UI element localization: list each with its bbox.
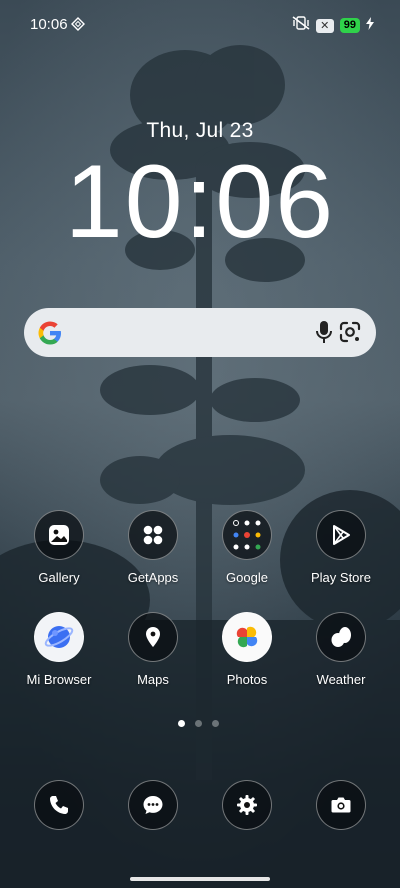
status-time: 10:06	[30, 16, 68, 33]
page-dot	[195, 720, 202, 727]
app-label: Maps	[137, 672, 169, 687]
tag-icon	[71, 17, 85, 31]
google-folder-icon[interactable]	[222, 510, 272, 560]
app-label: GetApps	[127, 570, 179, 585]
app-label: Mi Browser	[26, 672, 92, 687]
app-mi-browser[interactable]: Mi Browser	[14, 612, 104, 687]
page-dot	[212, 720, 219, 727]
charging-bolt-icon	[366, 16, 374, 35]
settings-icon[interactable]	[222, 780, 272, 830]
status-bar: 10:06 ✕ 99	[0, 0, 400, 50]
battery-icon: 99	[339, 18, 360, 33]
app-label: Gallery	[38, 570, 80, 585]
app-gallery[interactable]: Gallery	[14, 510, 104, 585]
maps-icon[interactable]	[128, 612, 178, 662]
app-maps[interactable]: Maps	[108, 612, 198, 687]
app-label: Weather	[316, 672, 366, 687]
phone-icon[interactable]	[34, 780, 84, 830]
page-dot-active	[178, 720, 185, 727]
page-indicator	[178, 720, 219, 727]
google-search-bar[interactable]	[24, 308, 376, 357]
google-logo-icon	[36, 319, 64, 347]
app-label: Play Store	[311, 570, 371, 585]
google-lens-icon[interactable]	[338, 320, 362, 344]
getapps-icon[interactable]	[128, 510, 178, 560]
app-photos[interactable]: Photos	[202, 612, 292, 687]
weather-icon[interactable]	[316, 612, 366, 662]
app-google-folder[interactable]: Google	[202, 510, 292, 585]
app-getapps[interactable]: GetApps	[108, 510, 198, 585]
home-indicator[interactable]	[130, 877, 270, 881]
app-label: Photos	[226, 672, 268, 687]
app-play-store[interactable]: Play Store	[296, 510, 386, 585]
app-label: Google	[226, 570, 268, 585]
microphone-icon[interactable]	[312, 319, 336, 345]
play-store-icon[interactable]	[316, 510, 366, 560]
camera-icon[interactable]	[316, 780, 366, 830]
messages-icon[interactable]	[128, 780, 178, 830]
clock-widget[interactable]: 10:06	[0, 140, 400, 265]
mi-browser-icon[interactable]	[34, 612, 84, 662]
app-weather[interactable]: Weather	[296, 612, 386, 687]
x-notification-icon: ✕	[315, 18, 334, 33]
google-photos-icon[interactable]	[222, 612, 272, 662]
gallery-icon[interactable]	[34, 510, 84, 560]
vibrate-off-icon	[292, 16, 310, 35]
